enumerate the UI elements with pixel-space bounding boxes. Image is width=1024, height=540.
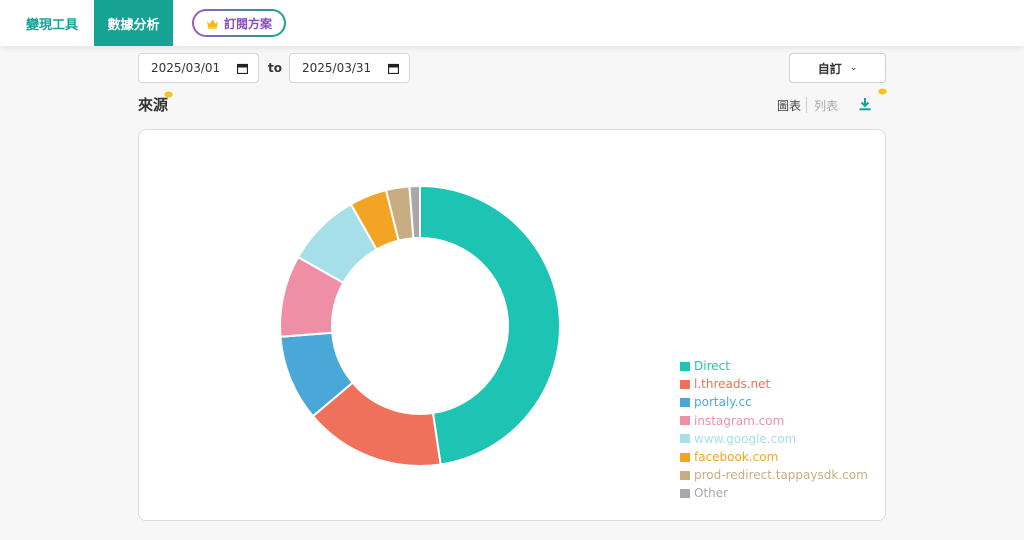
download-icon[interactable] [858, 97, 872, 111]
crown-icon [206, 19, 218, 29]
legend-label: www.google.com [694, 431, 797, 446]
pie-slice-0[interactable] [419, 184, 561, 466]
pro-badge-icon [164, 91, 173, 98]
legend-swatch [680, 379, 690, 389]
legend-swatch [680, 361, 690, 371]
date-range-separator: to [268, 61, 282, 75]
legend-swatch [680, 470, 690, 480]
start-date-input[interactable]: 2025/03/01 [138, 53, 259, 83]
legend-label: prod-redirect.tappaysdk.com [694, 468, 868, 483]
legend-item[interactable]: Other [680, 484, 868, 502]
legend-swatch [680, 488, 690, 498]
calendar-icon[interactable] [237, 63, 248, 74]
view-list-toggle[interactable]: 列表 [814, 97, 838, 114]
date-range-select[interactable]: 自訂 ⌄ [789, 53, 886, 83]
top-nav-bar: 變現工具 數據分析 訂閱方案 [0, 0, 1024, 46]
legend-item[interactable]: Direct [680, 357, 868, 375]
legend-item[interactable]: www.google.com [680, 430, 868, 448]
legend-label: facebook.com [694, 450, 779, 465]
subscription-plan-label: 訂閱方案 [223, 16, 272, 31]
legend-label: Direct [694, 359, 730, 374]
chart-legend: Direct l.threads.net portaly.cc instagram.c… [680, 357, 868, 503]
tab-monetize-tools[interactable]: 變現工具 [14, 0, 90, 46]
chevron-down-icon: ⌄ [849, 63, 858, 73]
legend-label: instagram.com [694, 413, 785, 428]
calendar-icon[interactable] [388, 63, 399, 74]
legend-label: portaly.cc [694, 395, 752, 410]
pro-badge-icon [878, 88, 887, 95]
legend-item[interactable]: instagram.com [680, 412, 868, 430]
legend-item[interactable]: facebook.com [680, 448, 868, 466]
start-date-value: 2025/03/01 [151, 61, 221, 75]
legend-label: Other [694, 486, 729, 501]
legend-swatch [680, 434, 690, 444]
legend-item[interactable]: l.threads.net [680, 375, 868, 393]
tab-data-analytics[interactable]: 數據分析 [94, 0, 173, 46]
legend-swatch [680, 397, 690, 407]
end-date-value: 2025/03/31 [302, 61, 372, 75]
legend-item[interactable]: prod-redirect.tappaysdk.com [680, 466, 868, 484]
legend-label: l.threads.net [694, 377, 771, 392]
end-date-input[interactable]: 2025/03/31 [289, 53, 410, 83]
legend-swatch [680, 416, 690, 426]
source-chart-card: Direct l.threads.net portaly.cc instagram.c… [138, 129, 886, 521]
subscription-plan-button[interactable]: 訂閱方案 [192, 9, 286, 37]
date-range-select-value: 自訂 [817, 61, 842, 76]
view-chart-toggle[interactable]: 圖表 [777, 97, 801, 114]
view-toggle-divider [806, 97, 807, 113]
legend-swatch [680, 452, 690, 462]
legend-item[interactable]: portaly.cc [680, 393, 868, 411]
